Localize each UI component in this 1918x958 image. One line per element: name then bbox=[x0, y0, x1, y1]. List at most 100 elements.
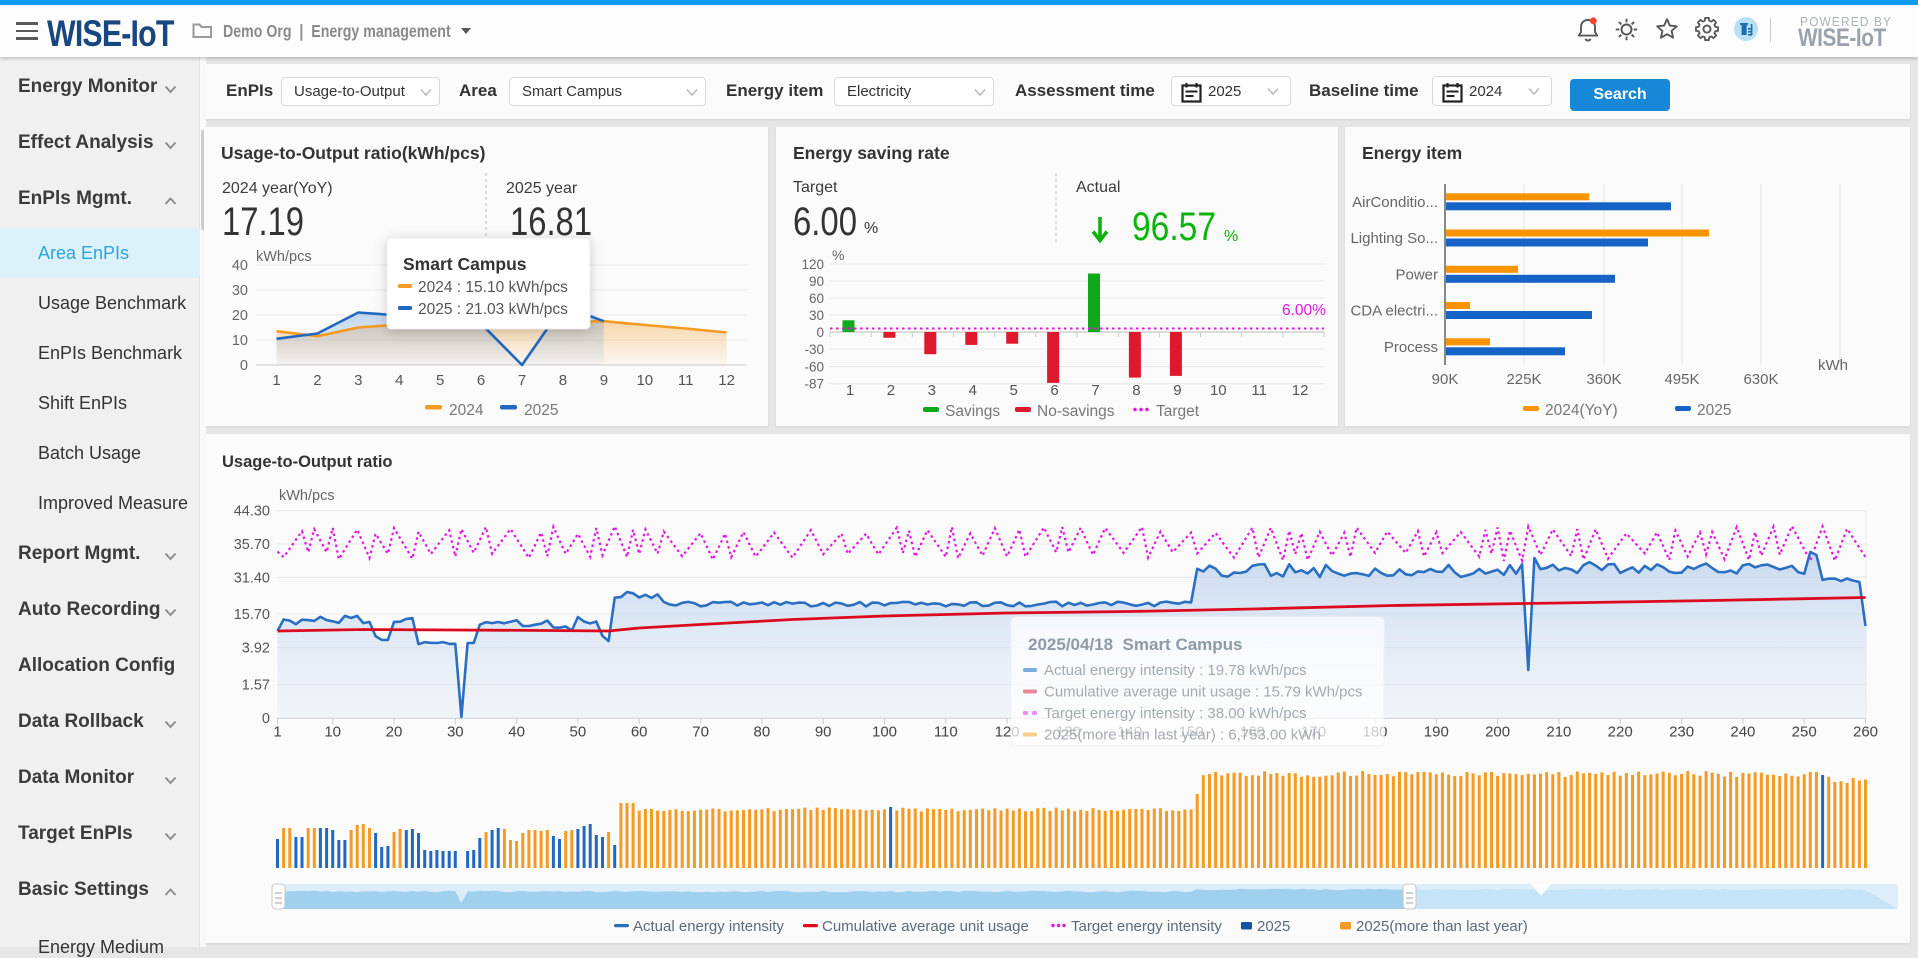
svg-text:4: 4 bbox=[969, 382, 977, 399]
svg-text:Target: Target bbox=[1156, 403, 1200, 420]
svg-text:9: 9 bbox=[600, 372, 608, 389]
svg-text:12: 12 bbox=[718, 372, 735, 389]
svg-text:8: 8 bbox=[559, 372, 567, 389]
svg-text:1: 1 bbox=[272, 372, 280, 389]
svg-text:90: 90 bbox=[815, 724, 832, 741]
svg-text:3.92: 3.92 bbox=[242, 640, 270, 656]
svg-text:2025: 2025 bbox=[1257, 918, 1290, 935]
svg-text:CDA electri...: CDA electri... bbox=[1350, 303, 1438, 320]
svg-text:kWh: kWh bbox=[1818, 357, 1848, 374]
svg-text:220: 220 bbox=[1608, 724, 1633, 741]
svg-text:20: 20 bbox=[232, 308, 248, 324]
svg-text:Energy item: Energy item bbox=[1362, 143, 1462, 163]
svg-text:Power: Power bbox=[1395, 266, 1438, 283]
svg-text:1: 1 bbox=[846, 382, 854, 399]
svg-text:1.57: 1.57 bbox=[242, 678, 270, 694]
svg-text:5: 5 bbox=[1010, 382, 1018, 399]
svg-text:Cumulative average unit usage: Cumulative average unit usage bbox=[822, 918, 1029, 935]
svg-text:Target: Target bbox=[793, 179, 838, 196]
svg-text:2024(YoY): 2024(YoY) bbox=[1545, 402, 1618, 419]
svg-text:2024: 2024 bbox=[449, 402, 484, 419]
svg-text:250: 250 bbox=[1792, 724, 1817, 741]
svg-text:Lighting So...: Lighting So... bbox=[1350, 230, 1438, 247]
svg-text:1: 1 bbox=[273, 724, 281, 741]
svg-text:Actual energy intensity : 19.7: Actual energy intensity : 19.78 kWh/pcs bbox=[1044, 662, 1307, 679]
svg-text:Savings: Savings bbox=[945, 403, 1000, 420]
svg-text:3: 3 bbox=[354, 372, 362, 389]
svg-text:17.19: 17.19 bbox=[222, 200, 304, 244]
svg-text:190: 190 bbox=[1424, 724, 1449, 741]
svg-text:2025: 2025 bbox=[524, 402, 558, 419]
svg-text:Actual: Actual bbox=[1076, 179, 1120, 196]
svg-text:No-savings: No-savings bbox=[1037, 403, 1115, 420]
svg-text:60: 60 bbox=[631, 724, 648, 741]
svg-text:15.70: 15.70 bbox=[234, 607, 270, 623]
svg-text:Usage-to-Output ratio(kWh/pcs): Usage-to-Output ratio(kWh/pcs) bbox=[221, 143, 485, 163]
svg-text:80: 80 bbox=[754, 724, 771, 741]
svg-text:50: 50 bbox=[570, 724, 587, 741]
svg-text:225K: 225K bbox=[1506, 371, 1541, 388]
svg-text:31.40: 31.40 bbox=[234, 570, 270, 586]
svg-text:3: 3 bbox=[928, 382, 936, 399]
svg-text:260: 260 bbox=[1853, 724, 1878, 741]
svg-text:10: 10 bbox=[324, 724, 341, 741]
svg-text:12: 12 bbox=[1292, 382, 1309, 399]
svg-text:Target energy intensity: Target energy intensity bbox=[1071, 918, 1222, 935]
svg-text:10: 10 bbox=[636, 372, 653, 389]
svg-text:100: 100 bbox=[872, 724, 897, 741]
svg-text:2025: 2025 bbox=[1697, 402, 1731, 419]
svg-text:9: 9 bbox=[1173, 382, 1181, 399]
svg-text:2025 : 21.03 kWh/pcs: 2025 : 21.03 kWh/pcs bbox=[418, 301, 568, 318]
svg-text:20: 20 bbox=[386, 724, 403, 741]
svg-text:Smart Campus: Smart Campus bbox=[403, 254, 527, 274]
svg-text:10: 10 bbox=[232, 333, 248, 349]
svg-text:-60: -60 bbox=[804, 360, 824, 375]
svg-text:Usage-to-Output ratio: Usage-to-Output ratio bbox=[222, 453, 393, 471]
svg-text:6.00%: 6.00% bbox=[1282, 302, 1326, 319]
svg-text:11: 11 bbox=[1251, 382, 1267, 399]
svg-text:Target energy intensity : 38.0: Target energy intensity : 38.00 kWh/pcs bbox=[1044, 705, 1307, 722]
svg-text:35.70: 35.70 bbox=[234, 537, 270, 553]
svg-text:kWh/pcs: kWh/pcs bbox=[279, 488, 335, 504]
svg-text:2025 year: 2025 year bbox=[506, 180, 578, 197]
svg-text:200: 200 bbox=[1485, 724, 1510, 741]
svg-text:30: 30 bbox=[809, 308, 824, 323]
svg-text:210: 210 bbox=[1546, 724, 1571, 741]
svg-text:495K: 495K bbox=[1664, 371, 1699, 388]
svg-text:40: 40 bbox=[232, 258, 248, 274]
svg-text:7: 7 bbox=[1091, 382, 1099, 399]
svg-text:Process: Process bbox=[1384, 339, 1438, 356]
svg-text:90: 90 bbox=[809, 274, 824, 289]
svg-text:630K: 630K bbox=[1743, 371, 1778, 388]
svg-text:16.81: 16.81 bbox=[510, 200, 592, 244]
svg-text:120: 120 bbox=[801, 257, 824, 272]
svg-text:2024 : 15.10 kWh/pcs: 2024 : 15.10 kWh/pcs bbox=[418, 279, 568, 296]
svg-text:%: % bbox=[832, 247, 844, 263]
svg-text:240: 240 bbox=[1730, 724, 1755, 741]
svg-text:2: 2 bbox=[313, 372, 321, 389]
svg-text:230: 230 bbox=[1669, 724, 1694, 741]
svg-text:2: 2 bbox=[887, 382, 895, 399]
svg-text:10: 10 bbox=[1210, 382, 1227, 399]
svg-text:0: 0 bbox=[240, 358, 248, 374]
svg-text:60: 60 bbox=[809, 291, 824, 306]
svg-text:44.30: 44.30 bbox=[234, 504, 270, 520]
svg-text:kWh/pcs: kWh/pcs bbox=[256, 249, 312, 265]
svg-text:Actual energy intensity: Actual energy intensity bbox=[633, 918, 784, 935]
svg-text:6: 6 bbox=[477, 372, 485, 389]
svg-text:6: 6 bbox=[1050, 382, 1058, 399]
svg-text:40: 40 bbox=[508, 724, 525, 741]
svg-text:2024 year(YoY): 2024 year(YoY) bbox=[222, 180, 333, 197]
svg-text:2025(more than last year) : 6,: 2025(more than last year) : 6,753.00 kWh bbox=[1044, 727, 1321, 744]
svg-text:6.00: 6.00 bbox=[793, 200, 857, 244]
svg-text:11: 11 bbox=[678, 372, 694, 389]
svg-text:360K: 360K bbox=[1586, 371, 1621, 388]
svg-text:70: 70 bbox=[692, 724, 709, 741]
svg-text:4: 4 bbox=[395, 372, 403, 389]
svg-text:110: 110 bbox=[934, 724, 958, 741]
svg-text:90K: 90K bbox=[1432, 371, 1459, 388]
svg-text:8: 8 bbox=[1132, 382, 1140, 399]
svg-text:0: 0 bbox=[816, 325, 824, 340]
svg-text:0: 0 bbox=[262, 711, 270, 727]
svg-text:AirConditio...: AirConditio... bbox=[1352, 194, 1438, 211]
